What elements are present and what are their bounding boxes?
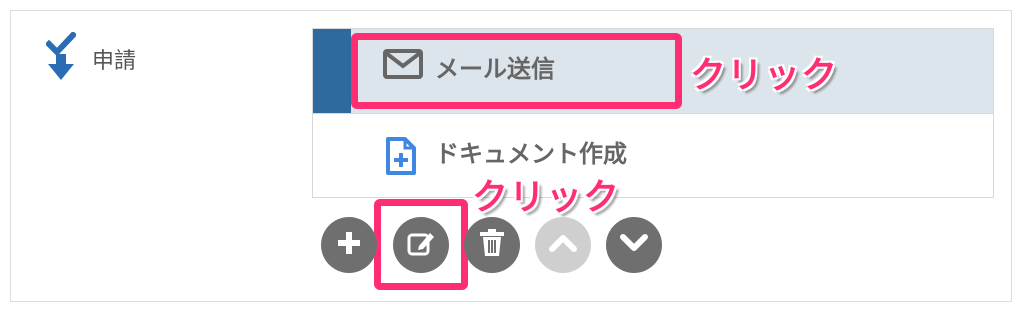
click-callout: クリック xyxy=(472,177,621,218)
download-check-icon xyxy=(44,30,78,86)
delete-button[interactable] xyxy=(464,217,520,273)
step-label: 申請 xyxy=(92,49,137,74)
trash-icon xyxy=(479,228,505,262)
chevron-down-icon xyxy=(619,233,649,257)
document-plus-icon xyxy=(385,136,417,180)
move-down-button[interactable] xyxy=(606,217,662,273)
edit-button[interactable] xyxy=(393,217,449,273)
add-button[interactable] xyxy=(321,217,377,273)
click-callout: クリック xyxy=(690,55,839,96)
chevron-up-icon xyxy=(548,233,578,257)
step-header: 申請 xyxy=(44,30,137,86)
selection-indicator xyxy=(313,29,351,113)
move-up-button[interactable] xyxy=(535,217,591,273)
edit-icon xyxy=(406,228,436,262)
plus-icon xyxy=(335,229,363,261)
highlight-box-mail xyxy=(351,33,682,109)
list-item-document[interactable]: ドキュメント作成 xyxy=(313,113,993,198)
